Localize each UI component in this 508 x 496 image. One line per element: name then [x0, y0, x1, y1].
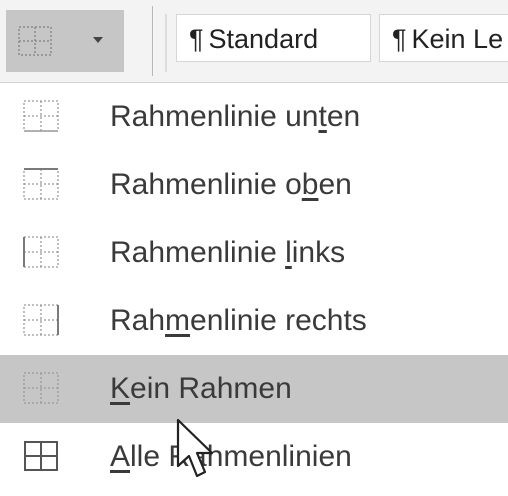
- borders-split-button[interactable]: [6, 10, 124, 72]
- menu-item-label: Alle Rahmenlinien: [110, 440, 352, 473]
- menu-item-no-border[interactable]: Kein Rahmen: [0, 355, 508, 423]
- toolbar-separator: [152, 6, 153, 76]
- menu-item-label: Rahmenlinie oben: [110, 168, 352, 201]
- border-left-icon: [23, 236, 59, 268]
- border-top-icon: [23, 168, 59, 200]
- menu-item-border-top[interactable]: Rahmenlinie oben: [0, 151, 508, 219]
- style-label: Kein Le: [411, 24, 504, 54]
- border-none-icon: [23, 372, 59, 404]
- border-all-icon: [24, 441, 58, 471]
- style-label: Standard: [208, 24, 319, 54]
- borders-dropdown-menu: Rahmenlinie unten Rahmenlinie oben Rahme…: [0, 83, 508, 496]
- menu-item-all-borders[interactable]: Alle Rahmenlinien: [0, 423, 508, 491]
- border-bottom-icon: [23, 100, 59, 132]
- pilcrow-icon: ¶: [392, 24, 407, 54]
- menu-item-label: Rahmenlinie unten: [110, 100, 361, 133]
- menu-item-label: Rahmenlinie rechts: [110, 304, 367, 337]
- menu-item-label: Kein Rahmen: [110, 372, 292, 405]
- pilcrow-icon: ¶: [189, 24, 204, 54]
- word-borders-dropdown-screenshot: ¶ Standard ¶ Kein Le Rahmenlinie unten Rah: [0, 0, 508, 496]
- menu-item-border-right[interactable]: Rahmenlinie rechts: [0, 287, 508, 355]
- toolbar-separator: [165, 14, 167, 72]
- ribbon-toolbar: ¶ Standard ¶ Kein Le: [0, 0, 508, 83]
- border-none-icon: [18, 26, 52, 56]
- menu-item-border-bottom[interactable]: Rahmenlinie unten: [0, 83, 508, 151]
- style-gallery-item-standard[interactable]: ¶ Standard: [176, 14, 371, 62]
- border-right-icon: [23, 304, 59, 336]
- menu-item-border-left[interactable]: Rahmenlinie links: [0, 219, 508, 287]
- menu-item-label: Rahmenlinie links: [110, 236, 346, 269]
- style-gallery-item-kein-leerraum[interactable]: ¶ Kein Le: [379, 14, 508, 62]
- chevron-down-icon[interactable]: [90, 34, 106, 46]
